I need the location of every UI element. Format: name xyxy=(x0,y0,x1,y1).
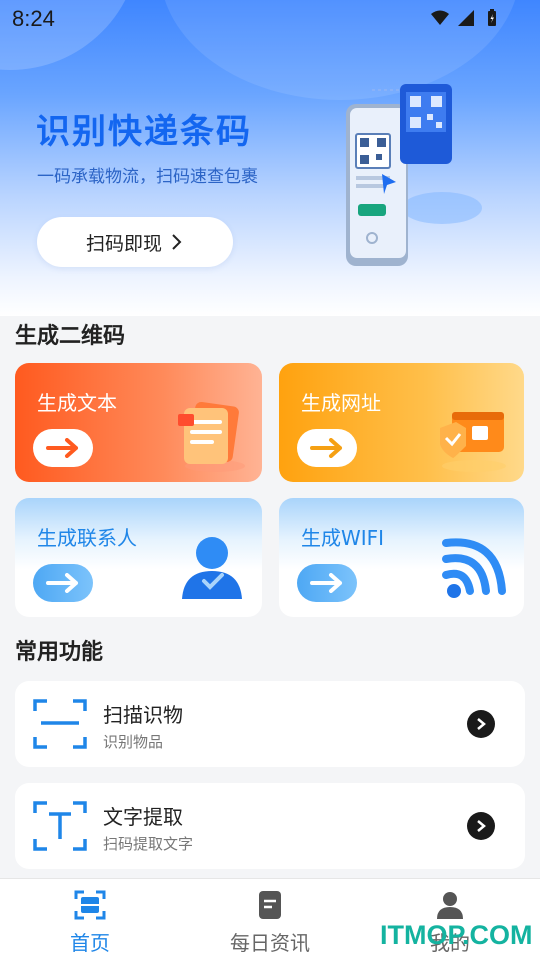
generate-wifi-card[interactable]: 生成WIFI xyxy=(279,498,524,617)
browser-icon xyxy=(440,412,506,472)
wifi-icon xyxy=(442,538,506,598)
arrow-button[interactable] xyxy=(297,564,357,602)
cell-signal-icon xyxy=(458,10,474,26)
feature-text-extract[interactable]: 文字提取 扫码提取文字 xyxy=(15,783,525,869)
phone-qr-illustration xyxy=(346,84,482,266)
status-bar: 8:24 xyxy=(0,0,540,38)
generate-url-card[interactable]: 生成网址 xyxy=(279,363,524,482)
feature-title: 扫描识物 xyxy=(103,703,183,727)
nav-label: 每日资讯 xyxy=(230,931,310,955)
battery-icon xyxy=(488,9,496,26)
card-label: 生成WIFI xyxy=(301,526,385,550)
person-icon xyxy=(182,537,242,599)
chevron-right-icon xyxy=(477,718,486,730)
card-label: 生成文本 xyxy=(37,391,117,415)
card-label: 生成联系人 xyxy=(37,526,137,550)
arrow-button[interactable] xyxy=(297,429,357,467)
go-button[interactable] xyxy=(467,812,495,840)
common-section-title: 常用功能 xyxy=(15,640,104,665)
feature-scan-object[interactable]: 扫描识物 识别物品 xyxy=(15,681,525,767)
watermark: ITMOP.COM xyxy=(380,920,533,950)
hero-banner: 8:24 识别快递条码 一码承载物流，扫码速查包裹 扫码即现 xyxy=(0,0,540,316)
arrow-right-icon xyxy=(310,573,342,593)
scan-now-label: 扫码即现 xyxy=(85,232,162,255)
arrow-right-icon xyxy=(46,573,78,593)
scan-now-button[interactable]: 扫码即现 xyxy=(37,217,233,267)
generate-contact-card[interactable]: 生成联系人 xyxy=(15,498,262,617)
nav-home[interactable]: 首页 xyxy=(30,889,150,956)
generate-section-title: 生成二维码 xyxy=(15,324,126,349)
nav-label: 首页 xyxy=(70,931,110,955)
hero-title: 识别快递条码 xyxy=(36,112,252,152)
document-icon xyxy=(178,401,245,472)
arrow-button[interactable] xyxy=(33,564,93,602)
hero-subtitle: 一码承载物流，扫码速查包裹 xyxy=(37,167,258,187)
nav-news[interactable]: 每日资讯 xyxy=(210,889,330,956)
chevron-right-icon xyxy=(477,820,486,832)
news-icon xyxy=(259,891,281,919)
arrow-right-icon xyxy=(46,438,78,458)
feature-subtitle: 识别物品 xyxy=(103,733,164,751)
status-icons xyxy=(430,8,502,28)
feature-subtitle: 扫码提取文字 xyxy=(103,835,194,853)
arrow-button[interactable] xyxy=(33,429,93,467)
arrow-right-icon xyxy=(310,438,342,458)
generate-text-card[interactable]: 生成文本 xyxy=(15,363,262,482)
feature-title: 文字提取 xyxy=(103,805,183,829)
status-time: 8:24 xyxy=(12,6,55,31)
home-scan-icon xyxy=(74,890,106,920)
chevron-right-icon xyxy=(172,234,182,250)
scan-frame-icon xyxy=(33,699,87,749)
go-button[interactable] xyxy=(467,710,495,738)
wifi-signal-icon xyxy=(431,10,449,25)
text-extract-icon xyxy=(33,801,87,851)
profile-icon xyxy=(437,892,463,919)
card-label: 生成网址 xyxy=(301,391,381,415)
